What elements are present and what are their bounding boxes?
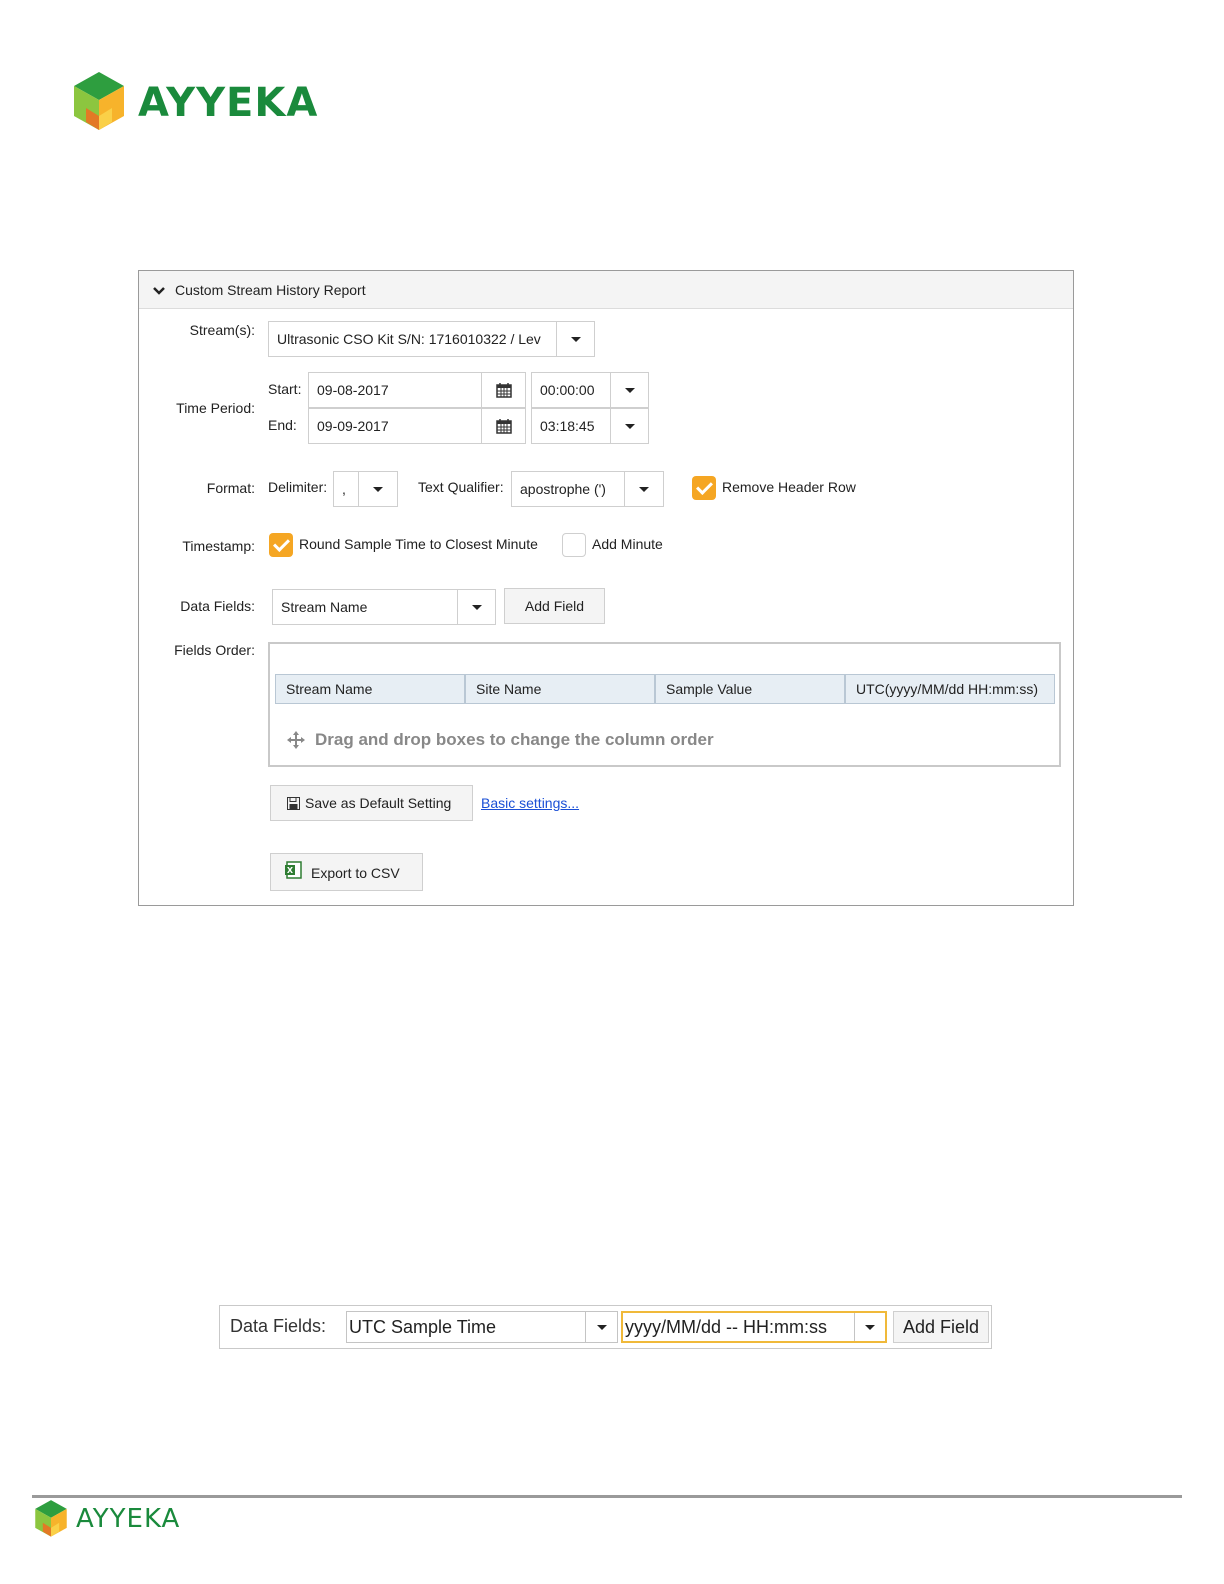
text-qualifier-dropdown-button[interactable] <box>624 472 664 506</box>
caret-down-icon <box>639 487 649 492</box>
export-to-csv-button[interactable]: X Export to CSV <box>270 853 423 891</box>
round-sample-time-label[interactable]: Round Sample Time to Closest Minute <box>299 536 538 552</box>
export-to-csv-label: Export to CSV <box>311 865 400 881</box>
move-arrows-icon <box>287 731 305 749</box>
fields-order-box: Stream Name Site Name Sample Value UTC(y… <box>268 642 1061 767</box>
data-fields-label: Data Fields: <box>180 598 255 614</box>
basic-settings-link[interactable]: Basic settings... <box>481 795 579 811</box>
ayyeka-logo-icon <box>74 72 124 130</box>
remove-header-row-checkbox[interactable] <box>692 476 716 500</box>
caret-down-icon <box>373 487 383 492</box>
data-fields-bar-add-field-button[interactable]: Add Field <box>893 1311 989 1343</box>
panel-title: Custom Stream History Report <box>175 282 366 298</box>
column-order-list: Stream Name Site Name Sample Value UTC(y… <box>275 674 1055 704</box>
data-fields-bar-format-dropdown-button[interactable] <box>854 1313 886 1341</box>
save-as-default-button[interactable]: Save as Default Setting <box>270 785 473 821</box>
start-time-dropdown-button[interactable] <box>610 373 649 407</box>
add-minute-checkbox[interactable] <box>562 533 586 557</box>
start-date-input[interactable]: 09-08-2017 <box>308 372 526 408</box>
start-time-select[interactable]: 00:00:00 <box>531 372 649 408</box>
start-date-value: 09-08-2017 <box>317 382 389 398</box>
start-date-picker-button[interactable] <box>481 373 526 407</box>
data-fields-bar-label: Data Fields: <box>230 1316 327 1336</box>
end-time-select[interactable]: 03:18:45 <box>531 408 649 444</box>
caret-down-icon <box>571 337 581 342</box>
add-field-button[interactable]: Add Field <box>504 588 605 624</box>
text-qualifier-label: Text Qualifier: <box>418 479 504 495</box>
header-logo: AYYEKA <box>72 72 317 134</box>
delimiter-value: , <box>342 481 346 497</box>
end-date-value: 09-09-2017 <box>317 418 389 434</box>
column-box-sample-value[interactable]: Sample Value <box>655 674 845 704</box>
timestamp-label: Timestamp: <box>182 538 255 554</box>
end-time-dropdown-button[interactable] <box>610 409 649 443</box>
floppy-disk-icon <box>287 797 300 810</box>
streams-dropdown-button[interactable] <box>556 322 595 356</box>
data-fields-select[interactable]: Stream Name <box>272 589 496 625</box>
text-qualifier-select[interactable]: apostrophe (') <box>511 471 664 507</box>
start-label: Start: <box>268 381 302 397</box>
data-fields-bar: Data Fields: UTC Sample Time yyyy/MM/dd … <box>219 1305 992 1349</box>
format-label: Format: <box>206 480 255 496</box>
caret-down-icon <box>625 388 635 393</box>
save-as-default-label: Save as Default Setting <box>305 795 452 811</box>
panel-header[interactable]: Custom Stream History Report <box>139 271 1073 309</box>
data-fields-bar-field-select[interactable]: UTC Sample Time <box>346 1311 618 1343</box>
text-qualifier-value: apostrophe (') <box>520 481 606 497</box>
chevron-down-icon[interactable] <box>152 286 166 296</box>
delimiter-select[interactable]: , <box>333 471 398 507</box>
data-fields-bar-add-field-label: Add Field <box>902 1317 980 1337</box>
column-box-utc[interactable]: UTC(yyyy/MM/dd HH:mm:ss) <box>845 674 1055 704</box>
excel-icon: X <box>285 861 302 879</box>
add-minute-label[interactable]: Add Minute <box>592 536 663 552</box>
caret-down-icon <box>865 1325 875 1330</box>
end-date-input[interactable]: 09-09-2017 <box>308 408 526 444</box>
end-date-picker-button[interactable] <box>481 409 526 443</box>
column-box-stream-name[interactable]: Stream Name <box>275 674 465 704</box>
add-field-button-label: Add Field <box>524 598 585 614</box>
calendar-icon <box>496 383 512 398</box>
svg-text:X: X <box>287 866 294 875</box>
streams-select-value: Ultrasonic CSO Kit S/N: 1716010322 / Lev <box>277 331 541 347</box>
calendar-icon <box>496 419 512 434</box>
delimiter-label: Delimiter: <box>268 479 328 495</box>
footer-logo: AYYEKA <box>34 1500 184 1540</box>
data-fields-bar-format-select[interactable]: yyyy/MM/dd -- HH:mm:ss <box>621 1311 887 1343</box>
custom-stream-history-report-panel: Custom Stream History Report Stream(s): … <box>138 270 1074 906</box>
column-box-site-name[interactable]: Site Name <box>465 674 655 704</box>
data-fields-value: Stream Name <box>281 599 368 615</box>
ayyeka-logo-icon <box>35 1500 67 1537</box>
start-time-value: 00:00:00 <box>540 382 595 398</box>
data-fields-dropdown-button[interactable] <box>457 590 496 624</box>
round-sample-time-checkbox[interactable] <box>269 533 293 557</box>
caret-down-icon <box>597 1325 607 1330</box>
caret-down-icon <box>625 424 635 429</box>
header-brand-name: AYYEKA <box>138 80 319 126</box>
end-time-value: 03:18:45 <box>540 418 595 434</box>
end-label: End: <box>268 417 297 433</box>
footer-brand-name: AYYEKA <box>76 1504 181 1534</box>
data-fields-bar-field-dropdown-button[interactable] <box>585 1312 618 1342</box>
streams-label: Stream(s): <box>189 322 255 338</box>
data-fields-bar-field-value: UTC Sample Time <box>349 1317 497 1337</box>
data-fields-bar-format-value: yyyy/MM/dd -- HH:mm:ss <box>625 1317 827 1337</box>
drag-hint-text: Drag and drop boxes to change the column… <box>315 730 714 749</box>
delimiter-dropdown-button[interactable] <box>358 472 398 506</box>
time-period-label: Time Period: <box>176 400 255 416</box>
remove-header-row-label[interactable]: Remove Header Row <box>722 479 856 495</box>
caret-down-icon <box>472 605 482 610</box>
streams-select[interactable]: Ultrasonic CSO Kit S/N: 1716010322 / Lev <box>268 321 595 357</box>
fields-order-label: Fields Order: <box>174 642 255 658</box>
footer-divider <box>32 1495 1182 1498</box>
